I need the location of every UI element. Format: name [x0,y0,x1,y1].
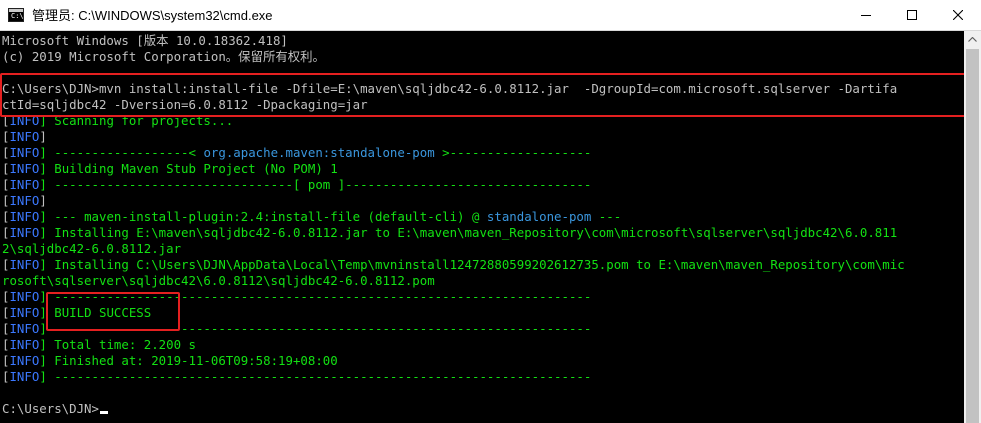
console-text: ] [39,193,47,208]
scroll-up-button[interactable] [964,31,981,48]
console-text: ] --------------------------------[ pom … [39,177,592,192]
scroll-thumb[interactable] [966,49,979,423]
info-tag: INFO [9,193,40,208]
console-line: C:\Users\DJN> [2,401,108,417]
info-tag: INFO [9,305,40,320]
console-line: [INFO] [2,129,47,145]
info-tag: INFO [9,129,40,144]
console-line: 2\sqljdbc42-6.0.8112.jar [2,241,181,257]
cmd-app-icon[interactable]: C:\ [8,8,24,22]
console-line: [INFO] Total time: 2.200 s [2,337,196,353]
console-line: Microsoft Windows [版本 10.0.18362.418] [2,33,288,49]
console-text: standalone-pom [486,209,592,224]
info-tag: INFO [9,145,40,160]
info-tag: INFO [9,337,40,352]
console-line: (c) 2019 Microsoft Corporation。保留所有权利。 [2,49,325,65]
console-text: ] --- maven-install-plugin:2.4:install-f… [39,209,487,224]
console-text: rosoft\sqlserver\sqljdbc42\6.0.8112\sqlj… [2,273,435,288]
console-text: ] --------------------------------------… [39,369,592,384]
info-tag: INFO [9,369,40,384]
console-line: rosoft\sqlserver\sqljdbc42\6.0.8112\sqlj… [2,273,435,289]
info-tag: INFO [9,225,40,240]
info-tag: INFO [9,289,40,304]
console-text: Microsoft Windows [版本 10.0.18362.418] [2,33,288,48]
console-line: [INFO] ---------------------------------… [2,369,591,385]
console-text: --- [591,209,622,224]
console-line: [INFO] Installing C:\Users\DJN\AppData\L… [2,257,905,273]
console-text: C:\Users\DJN> [2,401,99,416]
info-tag: INFO [9,353,40,368]
console-text: >------------------- [434,145,592,160]
console-line: [INFO] --- maven-install-plugin:2.4:inst… [2,209,621,225]
close-icon [953,10,963,20]
console-line: [INFO] [2,193,47,209]
console-text: org.apache.maven:standalone-pom [203,145,435,160]
vertical-scrollbar[interactable] [964,31,981,423]
cmd-window: C:\ 管理员: C:\WINDOWS\system32\cmd.exe Mic… [0,0,981,423]
console-line: [INFO] --------------------------------[… [2,177,591,193]
minimize-button[interactable] [843,0,889,30]
minimize-icon [861,15,871,16]
console-line: [INFO] Finished at: 2019-11-06T09:58:19+… [2,353,338,369]
console-text: ] ------------------< [39,145,204,160]
console-line: [INFO] Installing E:\maven\sqljdbc42-6.0… [2,225,897,241]
console-line: [INFO] Building Maven Stub Project (No P… [2,161,338,177]
maximize-button[interactable] [889,0,935,30]
info-tag: INFO [9,321,40,336]
info-tag: INFO [9,177,40,192]
text-cursor [99,411,108,414]
console-text: ] Total time: 2.200 s [39,337,196,352]
build-success-highlight-box [46,292,180,331]
info-tag: INFO [9,257,40,272]
console-text: ] Installing E:\maven\sqljdbc42-6.0.8112… [39,225,898,240]
console-line: [INFO] ------------------< org.apache.ma… [2,145,591,161]
console-text: ] Building Maven Stub Project (No POM) 1 [39,161,338,176]
console-text: 2\sqljdbc42-6.0.8112.jar [2,241,182,256]
window-title: 管理员: C:\WINDOWS\system32\cmd.exe [32,8,273,23]
console-text: ] Installing C:\Users\DJN\AppData\Local\… [39,257,905,272]
chevron-up-icon [968,37,977,42]
console-text: (c) 2019 Microsoft Corporation。保留所有权利。 [2,49,325,64]
close-button[interactable] [935,0,981,30]
command-highlight-box [0,73,970,117]
console-text: ] [39,129,47,144]
console-text: ] Finished at: 2019-11-06T09:58:19+08:00 [39,353,338,368]
info-tag: INFO [9,161,40,176]
maximize-icon [907,10,917,20]
info-tag: INFO [9,209,40,224]
title-bar[interactable]: C:\ 管理员: C:\WINDOWS\system32\cmd.exe [0,0,981,31]
